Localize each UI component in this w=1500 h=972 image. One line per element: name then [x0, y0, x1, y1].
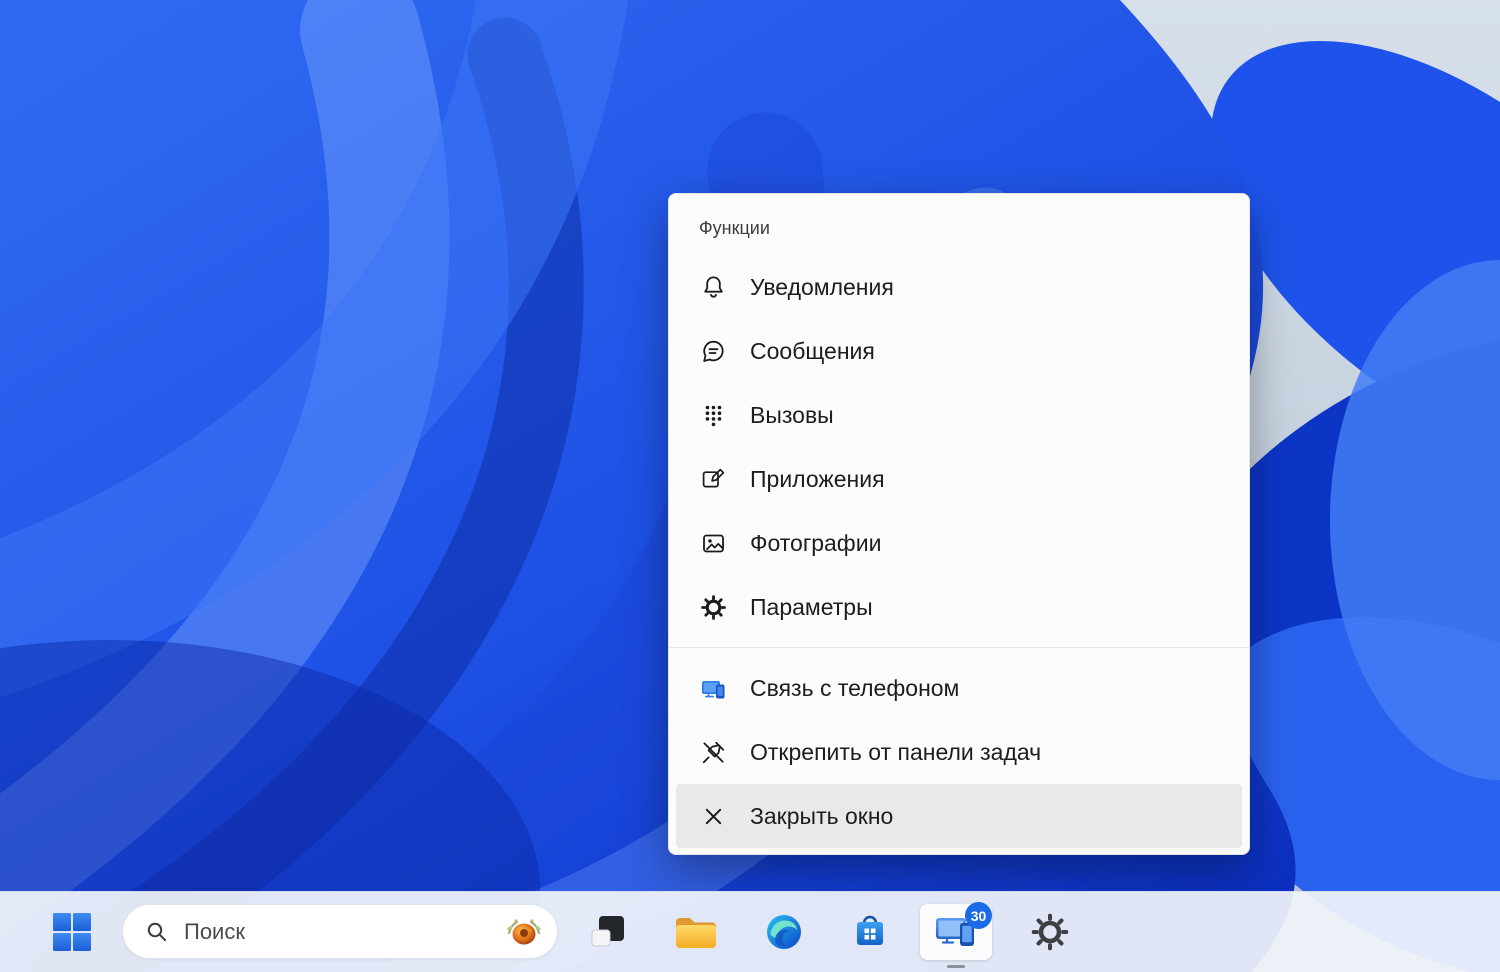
- menu-item-notifications[interactable]: Уведомления: [669, 255, 1249, 319]
- menu-item-label: Приложения: [750, 465, 885, 492]
- menu-item-calls[interactable]: Вызовы: [669, 383, 1249, 447]
- desktop: Функции Уведомления Сообщения Вызовы При…: [0, 0, 1500, 972]
- menu-item-label: Закрыть окно: [750, 802, 894, 829]
- task-view-icon: [591, 916, 624, 947]
- taskbar: Поиск 30: [0, 891, 1500, 972]
- settings-gear-icon: [1031, 913, 1069, 951]
- menu-item-label: Фотографии: [750, 529, 882, 556]
- chat-icon: [699, 337, 727, 365]
- edge-button[interactable]: [756, 904, 812, 960]
- bell-icon: [699, 273, 727, 301]
- menu-item-close-window[interactable]: Закрыть окно: [676, 784, 1242, 848]
- file-explorer-button[interactable]: [668, 904, 724, 960]
- menu-item-phone-link[interactable]: Связь с телефоном: [669, 656, 1249, 720]
- photos-icon: [699, 529, 727, 557]
- menu-item-label: Параметры: [750, 593, 873, 620]
- apps-icon: [699, 465, 727, 493]
- menu-item-label: Уведомления: [750, 273, 894, 300]
- search-icon: [145, 920, 169, 944]
- menu-item-settings[interactable]: Параметры: [669, 575, 1249, 639]
- windows-logo-icon: [53, 913, 91, 951]
- phone-link-icon: [699, 674, 727, 702]
- menu-item-photos[interactable]: Фотографии: [669, 511, 1249, 575]
- phone-link-context-menu: Функции Уведомления Сообщения Вызовы При…: [668, 193, 1250, 855]
- menu-item-unpin[interactable]: Открепить от панели задач: [669, 720, 1249, 784]
- active-indicator: [947, 965, 965, 968]
- close-icon: [699, 802, 727, 830]
- search-box[interactable]: Поиск: [122, 904, 558, 959]
- phone-link-button[interactable]: 30: [920, 902, 992, 968]
- menu-item-label: Сообщения: [750, 337, 875, 364]
- menu-divider: [669, 647, 1249, 648]
- store-icon: [857, 915, 883, 945]
- menu-item-label: Открепить от панели задач: [750, 738, 1042, 765]
- edge-icon: [767, 915, 801, 949]
- menu-item-apps[interactable]: Приложения: [669, 447, 1249, 511]
- search-highlight-icon[interactable]: [503, 911, 545, 953]
- settings-button[interactable]: [1022, 904, 1078, 960]
- task-view-button[interactable]: [580, 904, 636, 960]
- menu-item-label: Вызовы: [750, 401, 834, 428]
- menu-item-messages[interactable]: Сообщения: [669, 319, 1249, 383]
- dialpad-icon: [699, 401, 727, 429]
- gear-icon: [699, 593, 727, 621]
- folder-icon: [676, 918, 716, 948]
- unpin-icon: [699, 738, 727, 766]
- context-menu-header: Функции: [699, 218, 770, 238]
- menu-item-label: Связь с телефоном: [750, 674, 960, 701]
- notification-badge: 30: [965, 902, 992, 929]
- start-button[interactable]: [44, 904, 100, 960]
- store-button[interactable]: [842, 904, 898, 960]
- search-placeholder: Поиск: [184, 918, 245, 944]
